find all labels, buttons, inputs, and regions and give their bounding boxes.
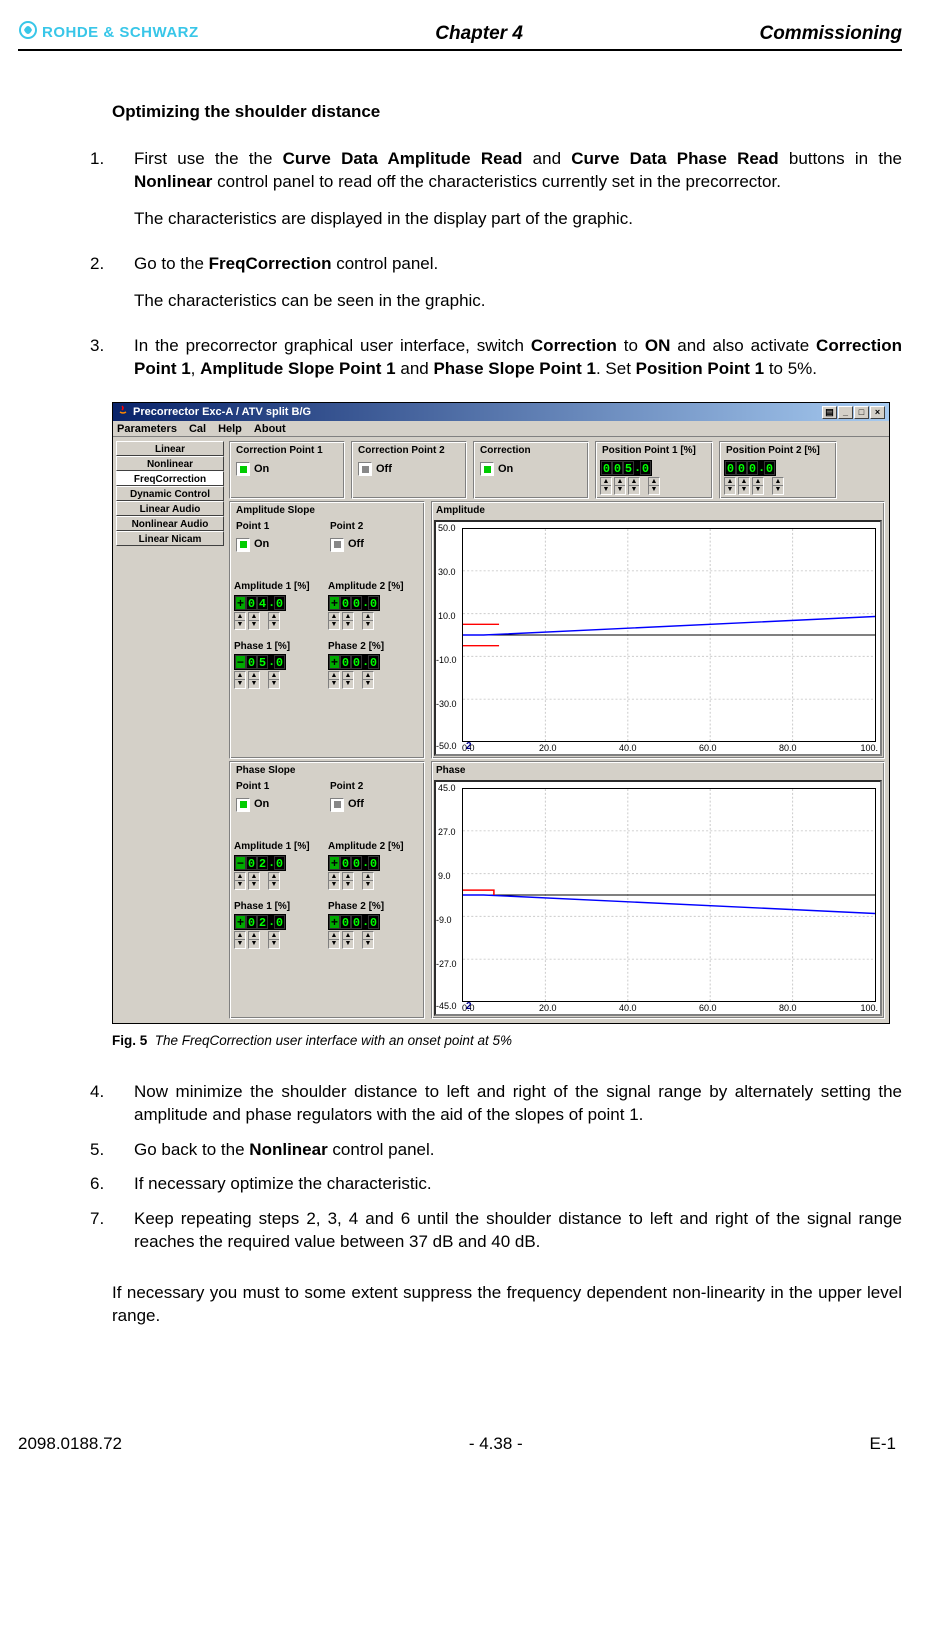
logo: ROHDE & SCHWARZ <box>18 20 199 47</box>
group-phase-slope: Phase Slope Point 1 On Point 2 Off <box>229 761 425 1019</box>
group-position-point-1: Position Point 1 [%] 005.0 ▲▼▲▼▲▼▲▼ <box>595 441 713 499</box>
tab-freqcorrection[interactable]: FreqCorrection <box>116 471 224 486</box>
position-1-value[interactable]: 005.0 ▲▼▲▼▲▼▲▼ <box>600 460 708 495</box>
step-1-sub: The characteristics are displayed in the… <box>134 208 902 231</box>
java-icon <box>117 404 129 421</box>
toggle-as-p2[interactable]: Off <box>328 535 416 554</box>
footer-right: E-1 <box>870 1433 896 1456</box>
ps-phase-1-value[interactable]: +02.0 ▲▼▲▼▲▼ <box>234 914 322 949</box>
menu-about[interactable]: About <box>254 422 286 435</box>
group-correction-point-1: Correction Point 1 On <box>229 441 345 499</box>
logo-text: ROHDE & SCHWARZ <box>42 23 199 43</box>
sidebar: Linear Nonlinear FreqCorrection Dynamic … <box>115 439 225 548</box>
tab-dynamic-control[interactable]: Dynamic Control <box>116 486 224 501</box>
tab-linear-audio[interactable]: Linear Audio <box>116 501 224 516</box>
step-4: 4.Now minimize the shoulder distance to … <box>112 1081 902 1127</box>
ps-amplitude-1-value[interactable]: −02.0 ▲▼▲▼▲▼ <box>234 855 322 890</box>
step-2-sub: The characteristics can be seen in the g… <box>134 290 902 313</box>
toggle-as-p1[interactable]: On <box>234 535 322 554</box>
window-title: Precorrector Exc-A / ATV split B/G <box>133 405 311 420</box>
step-7: 7.Keep repeating steps 2, 3, 4 and 6 unt… <box>112 1208 902 1254</box>
ps-phase-2-value[interactable]: +00.0 ▲▼▲▼▲▼ <box>328 914 416 949</box>
section-label: Commissioning <box>759 21 902 47</box>
step-3: 3.In the precorrector graphical user int… <box>112 335 902 381</box>
phase-2-value[interactable]: +00.0 ▲▼▲▼▲▼ <box>328 654 416 689</box>
menubar: Parameters Cal Help About <box>113 421 889 437</box>
tab-nonlinear-audio[interactable]: Nonlinear Audio <box>116 516 224 531</box>
step-5: 5.Go back to the Nonlinear control panel… <box>112 1139 902 1162</box>
menu-cal[interactable]: Cal <box>189 422 206 435</box>
extra-button[interactable]: ▤ <box>822 406 837 419</box>
toggle-ps-p2[interactable]: Off <box>328 795 416 814</box>
position-2-value[interactable]: 000.0 ▲▼▲▼▲▼▲▼ <box>724 460 832 495</box>
group-position-point-2: Position Point 2 [%] 000.0 ▲▼▲▼▲▼▲▼ <box>719 441 837 499</box>
tab-nonlinear[interactable]: Nonlinear <box>116 456 224 471</box>
titlebar: Precorrector Exc-A / ATV split B/G ▤ _ □… <box>113 403 889 421</box>
toggle-ps-p1[interactable]: On <box>234 795 322 814</box>
group-correction-point-2: Correction Point 2 Off <box>351 441 467 499</box>
group-phase-graph: Phase 45.0 27.0 9.0 -9.0 -27.0 -45.0 [%]… <box>431 761 885 1019</box>
section-title: Optimizing the shoulder distance <box>112 101 902 124</box>
minimize-button[interactable]: _ <box>838 406 853 419</box>
close-button[interactable]: × <box>870 406 885 419</box>
step-2: 2.Go to the FreqCorrection control panel… <box>112 253 902 313</box>
group-correction: Correction On <box>473 441 589 499</box>
toggle-cp1[interactable]: On <box>234 460 340 479</box>
ps-amplitude-2-value[interactable]: +00.0 ▲▼▲▼▲▼ <box>328 855 416 890</box>
step-1: 1.First use the the Curve Data Amplitude… <box>112 148 902 231</box>
step-number: 1. <box>112 148 134 171</box>
step-6: 6.If necessary optimize the characterist… <box>112 1173 902 1196</box>
tab-linear-nicam[interactable]: Linear Nicam <box>116 531 224 546</box>
final-paragraph: If necessary you must to some extent sup… <box>112 1282 902 1328</box>
footer-center: - 4.38 - <box>469 1433 523 1456</box>
page-footer: 2098.0188.72 - 4.38 - E-1 <box>0 1433 952 1456</box>
group-amplitude-graph: Amplitude 50.0 30.0 10.0 -10.0 -30.0 -50… <box>431 501 885 759</box>
menu-parameters[interactable]: Parameters <box>117 422 177 435</box>
logo-icon <box>18 20 38 47</box>
tab-linear[interactable]: Linear <box>116 441 224 456</box>
menu-help[interactable]: Help <box>218 422 242 435</box>
figure-caption: Fig. 5 The FreqCorrection user interface… <box>112 1032 902 1050</box>
phase-1-value[interactable]: −05.0 ▲▼▲▼▲▼ <box>234 654 322 689</box>
chapter-label: Chapter 4 <box>435 21 523 47</box>
footer-left: 2098.0188.72 <box>18 1433 122 1456</box>
page-header: ROHDE & SCHWARZ Chapter 4 Commissioning <box>18 20 902 51</box>
toggle-correction[interactable]: On <box>478 460 584 479</box>
maximize-button[interactable]: □ <box>854 406 869 419</box>
amplitude-1-value[interactable]: +04.0 ▲▼▲▼▲▼ <box>234 595 322 630</box>
gui-screenshot: Precorrector Exc-A / ATV split B/G ▤ _ □… <box>112 402 890 1024</box>
amplitude-2-value[interactable]: +00.0 ▲▼▲▼▲▼ <box>328 595 416 630</box>
toggle-cp2[interactable]: Off <box>356 460 462 479</box>
group-amplitude-slope: Amplitude Slope Point 1 On Point 2 Off <box>229 501 425 759</box>
